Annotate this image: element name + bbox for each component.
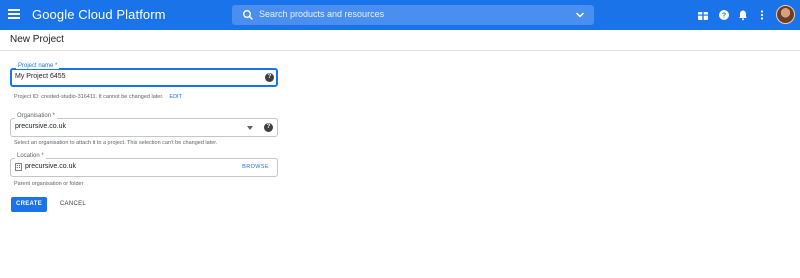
search-placeholder: Search products and resources xyxy=(259,9,385,19)
cancel-button[interactable]: CANCEL xyxy=(55,197,91,212)
project-id-text: Project ID: crested-studio-316411. It ca… xyxy=(14,94,164,100)
help-icon[interactable]: ? xyxy=(264,123,273,132)
browse-button[interactable]: BROWSE xyxy=(242,164,269,170)
svg-text:?: ? xyxy=(722,13,726,20)
avatar[interactable] xyxy=(776,5,795,24)
chevron-down-icon[interactable] xyxy=(574,9,586,21)
search-icon xyxy=(243,10,254,21)
search-bar[interactable]: Search products and resources xyxy=(232,5,594,25)
project-name-field[interactable]: Project name * My Project 6455 ? xyxy=(10,63,278,87)
dropdown-arrow-icon[interactable] xyxy=(247,126,253,130)
location-value: precursive.co.uk xyxy=(25,163,76,170)
page-title: New Project xyxy=(10,34,64,45)
organisation-icon xyxy=(15,163,22,171)
brand-title[interactable]: Google Cloud Platform xyxy=(32,7,166,22)
location-hint: Parent organisation or folder xyxy=(14,181,84,187)
help-icon[interactable]: ? xyxy=(718,9,730,21)
location-field[interactable]: Location * precursive.co.uk BROWSE xyxy=(10,153,278,177)
top-app-bar: Google Cloud Platform Search products an… xyxy=(0,0,800,30)
create-button[interactable]: CREATE xyxy=(11,197,47,212)
notifications-icon[interactable] xyxy=(737,9,749,21)
edit-project-id-link[interactable]: EDIT xyxy=(169,94,182,100)
location-label: Location * xyxy=(15,153,46,159)
gift-icon[interactable] xyxy=(697,9,709,21)
help-icon[interactable]: ? xyxy=(265,73,274,82)
project-id-hint: Project ID: crested-studio-316411. It ca… xyxy=(14,94,182,100)
project-name-label: Project name * xyxy=(16,63,60,69)
organisation-label: Organisation * xyxy=(15,113,58,119)
project-name-input[interactable]: My Project 6455 xyxy=(15,73,66,80)
organisation-hint: Select an organisation to attach it to a… xyxy=(14,140,218,146)
menu-icon[interactable] xyxy=(8,9,20,19)
organisation-select[interactable]: Organisation * precursive.co.uk ? xyxy=(10,113,278,137)
header-divider xyxy=(0,50,800,51)
organisation-value: precursive.co.uk xyxy=(15,123,66,130)
more-vert-icon[interactable] xyxy=(756,9,768,21)
